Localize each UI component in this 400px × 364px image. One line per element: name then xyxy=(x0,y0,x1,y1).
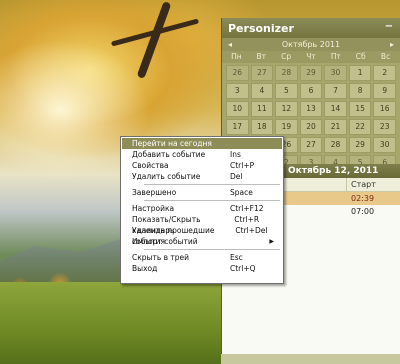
calendar-day[interactable]: 6 xyxy=(299,83,323,99)
menu-item-delete-event[interactable]: Удалить событие Del xyxy=(122,171,282,182)
calendar-day[interactable]: 17 xyxy=(226,119,249,135)
menu-item-label: Завершено xyxy=(132,188,177,197)
calendar-day[interactable]: 30 xyxy=(324,65,347,81)
calendar-day[interactable]: 8 xyxy=(348,83,372,99)
event-start: 07:00 xyxy=(351,207,375,216)
menu-item-shortcut: Ctrl+Q xyxy=(230,264,256,273)
menu-item-label: Удалить событие xyxy=(132,172,201,181)
menu-separator xyxy=(144,184,280,185)
calendar-day[interactable]: 9 xyxy=(373,83,396,99)
minimize-icon[interactable]: − xyxy=(384,22,394,33)
menu-item-shortcut: Ctrl+P xyxy=(230,161,255,170)
menu-item-label: Добавить событие xyxy=(132,150,206,159)
weekday-header: Пн Вт Ср Чт Пт Сб Вс xyxy=(222,51,400,63)
calendar-day[interactable]: 11 xyxy=(250,101,274,117)
weekday-label: Вт xyxy=(256,52,267,61)
menu-item-import-events[interactable]: Импорт событий ▶ xyxy=(122,236,282,247)
calendar-day[interactable]: 4 xyxy=(250,83,274,99)
menu-item-add-event[interactable]: Добавить событие Ins xyxy=(122,149,282,160)
calendar-day[interactable]: 1 xyxy=(348,65,372,81)
wallpaper-meadow xyxy=(0,282,230,364)
menu-item-label: Перейти на сегодня xyxy=(132,139,212,148)
calendar-day[interactable]: 10 xyxy=(226,101,249,117)
weekday-label: Пн xyxy=(231,52,242,61)
menu-item-label: Выход xyxy=(132,264,158,273)
menu-item-shortcut: Del xyxy=(230,172,243,181)
event-start: 02:39 xyxy=(351,194,375,203)
calendar-day[interactable]: 19 xyxy=(275,119,298,135)
menu-item-shortcut xyxy=(230,138,274,149)
menu-item-shortcut: Esc xyxy=(230,253,243,262)
menu-item-delete-past-events[interactable]: Удалить прошедшие события Ctrl+Del xyxy=(122,225,282,246)
menu-item-label: Скрыть в трей xyxy=(132,253,190,262)
next-month-icon[interactable]: ▸ xyxy=(390,40,394,49)
column-start[interactable]: Старт xyxy=(347,178,400,191)
menu-item-hide-to-tray[interactable]: Скрыть в трей Esc xyxy=(122,252,282,263)
prev-month-icon[interactable]: ◂ xyxy=(228,40,232,49)
calendar-day[interactable]: 16 xyxy=(373,101,396,117)
calendar-day[interactable]: 2 xyxy=(373,65,396,81)
calendar-day[interactable]: 28 xyxy=(275,65,298,81)
calendar-day[interactable]: 3 xyxy=(226,83,249,99)
context-menu: Перейти на сегодня Добавить событие Ins … xyxy=(120,136,284,284)
window-title: Personizer xyxy=(228,21,294,35)
menu-item-label: Показать/Скрыть календарь xyxy=(132,215,201,235)
menu-item-shortcut: Ctrl+Del xyxy=(235,226,268,235)
weekday-label: Пт xyxy=(330,52,341,61)
menu-item-properties[interactable]: Свойства Ctrl+P xyxy=(122,160,282,171)
month-label[interactable]: Октябрь 2011 xyxy=(282,40,340,49)
menu-item-label: Настройка xyxy=(132,204,175,213)
calendar-day[interactable]: 22 xyxy=(348,119,372,135)
menu-item-shortcut: Space xyxy=(230,188,253,197)
events-date: Октябрь 12, 2011 xyxy=(288,166,379,176)
calendar-day[interactable]: 28 xyxy=(324,137,347,153)
calendar-day[interactable]: 5 xyxy=(275,83,298,99)
weekday-label: Сб xyxy=(355,52,366,61)
calendar-day[interactable]: 14 xyxy=(324,101,347,117)
calendar-day[interactable]: 21 xyxy=(324,119,347,135)
menu-item-shortcut: Ctrl+R xyxy=(234,215,260,224)
calendar-month-bar: ◂ Октябрь 2011 ▸ xyxy=(222,38,400,51)
calendar-day[interactable]: 29 xyxy=(299,65,323,81)
calendar-day[interactable]: 26 xyxy=(226,65,249,81)
menu-item-completed[interactable]: Завершено Space xyxy=(122,187,282,198)
calendar-day[interactable]: 27 xyxy=(250,65,274,81)
calendar-day[interactable]: 20 xyxy=(299,119,323,135)
calendar-day[interactable]: 30 xyxy=(373,137,396,153)
menu-item-label: Свойства xyxy=(132,161,169,170)
menu-item-shortcut: Ins xyxy=(230,150,241,159)
calendar-day[interactable]: 12 xyxy=(275,101,298,117)
menu-separator xyxy=(144,249,280,250)
weekday-label: Чт xyxy=(306,52,316,61)
taskbar-strip xyxy=(221,354,400,364)
window-title-bar[interactable]: Personizer − xyxy=(222,18,400,38)
calendar-day[interactable]: 27 xyxy=(299,137,323,153)
calendar-day[interactable]: 23 xyxy=(373,119,396,135)
menu-item-toggle-calendar[interactable]: Показать/Скрыть календарь Ctrl+R xyxy=(122,214,282,235)
menu-item-label: Импорт событий xyxy=(132,237,198,246)
menu-item-shortcut: Ctrl+F12 xyxy=(230,204,264,213)
submenu-arrow-icon: ▶ xyxy=(269,238,274,245)
menu-separator xyxy=(144,200,280,201)
calendar-day[interactable]: 18 xyxy=(250,119,274,135)
weekday-label: Ср xyxy=(281,52,292,61)
menu-item-exit[interactable]: Выход Ctrl+Q xyxy=(122,263,282,274)
weekday-label: Вс xyxy=(380,52,391,61)
calendar-day[interactable]: 15 xyxy=(348,101,372,117)
menu-item-settings[interactable]: Настройка Ctrl+F12 xyxy=(122,203,282,214)
calendar-day[interactable]: 29 xyxy=(348,137,372,153)
menu-item-go-today[interactable]: Перейти на сегодня xyxy=(122,138,282,149)
menu-item-label: Удалить прошедшие события xyxy=(132,226,215,246)
calendar-day[interactable]: 13 xyxy=(299,101,323,117)
calendar-day[interactable]: 7 xyxy=(324,83,347,99)
